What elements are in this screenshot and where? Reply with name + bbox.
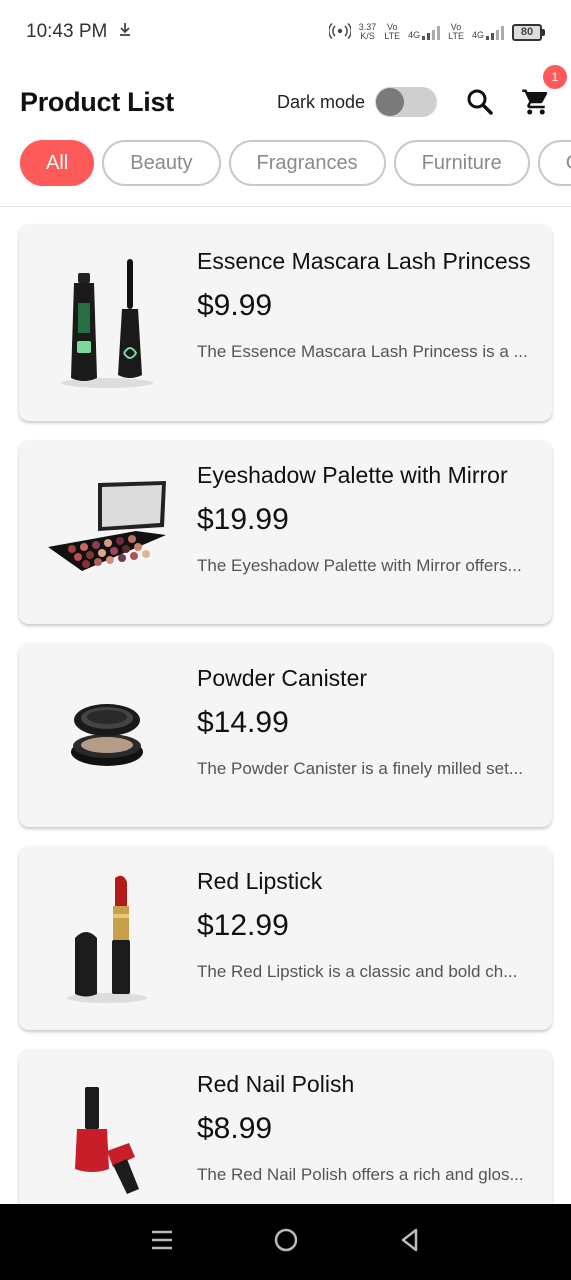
net-speed: 3.37 K/S — [358, 22, 377, 41]
cart-icon — [522, 89, 548, 115]
product-price: $14.99 — [197, 706, 289, 739]
product-image-powder — [19, 643, 194, 827]
product-description: The Red Lipstick is a classic and bold c… — [197, 962, 518, 981]
battery-level: 80 — [512, 23, 542, 41]
product-title: Red Nail Polish — [197, 1071, 355, 1097]
product-description: The Powder Canister is a finely milled s… — [197, 759, 523, 778]
category-chip-groceries[interactable]: G — [537, 140, 571, 186]
sim2-volte: Vo LTE — [448, 22, 464, 41]
product-description: The Eyeshadow Palette with Mirror offers… — [197, 556, 522, 575]
sim1-gen: 4G — [408, 30, 421, 40]
header-divider — [0, 206, 571, 207]
hotspot-icon — [327, 22, 352, 43]
home-circle-icon[interactable] — [273, 1227, 299, 1258]
sim2-gen: 4G — [471, 30, 484, 40]
product-image-mascara — [19, 224, 194, 421]
dark-mode-label: Dark mode — [276, 91, 365, 112]
product-card[interactable]: Eyeshadow Palette with Mirror $19.99 The… — [19, 440, 552, 624]
category-filter-bar: All Beauty Fragrances Furniture G — [0, 140, 571, 192]
search-button[interactable] — [465, 87, 495, 117]
download-icon — [119, 21, 131, 43]
signal-icon — [486, 24, 504, 40]
battery-icon: 80 — [512, 23, 545, 41]
toggle-knob — [376, 88, 404, 116]
product-title: Essence Mascara Lash Princess — [197, 248, 531, 274]
product-title: Powder Canister — [197, 665, 368, 691]
cart-count-badge: 1 — [543, 65, 567, 89]
system-nav-bar — [0, 1204, 571, 1280]
category-chip-beauty[interactable]: Beauty — [102, 140, 221, 186]
product-price: $9.99 — [197, 289, 273, 322]
dark-mode-toggle[interactable] — [375, 87, 437, 117]
back-triangle-icon[interactable] — [398, 1227, 422, 1258]
status-bar: 10:43 PM 3.37 K/S Vo LTE 4G Vo LTE 4G 80 — [0, 0, 571, 64]
product-image-eyeshadow — [19, 440, 194, 624]
app-header: Product List Dark mode 1 — [0, 64, 571, 140]
product-card[interactable]: Red Lipstick $12.99 The Red Lipstick is … — [19, 846, 552, 1030]
product-price: $12.99 — [197, 909, 289, 942]
search-icon — [467, 89, 493, 115]
product-list: Essence Mascara Lash Princess $9.99 The … — [19, 224, 552, 1252]
status-time: 10:43 PM — [26, 21, 108, 42]
category-chip-furniture[interactable]: Furniture — [393, 140, 530, 186]
sim1-volte: Vo LTE — [384, 22, 401, 41]
page-title: Product List — [20, 86, 174, 117]
cart-button[interactable]: 1 — [521, 65, 567, 117]
signal-icon — [422, 24, 441, 40]
product-price: $19.99 — [197, 503, 289, 536]
product-title: Eyeshadow Palette with Mirror — [197, 462, 508, 488]
product-image-lipstick — [19, 846, 194, 1030]
product-card[interactable]: Powder Canister $14.99 The Powder Canist… — [19, 643, 552, 827]
product-price: $8.99 — [197, 1112, 273, 1145]
category-chip-all[interactable]: All — [20, 140, 95, 186]
product-description: The Red Nail Polish offers a rich and gl… — [197, 1165, 524, 1184]
menu-icon[interactable] — [149, 1227, 175, 1258]
category-chip-fragrances[interactable]: Fragrances — [228, 140, 386, 186]
product-card[interactable]: Essence Mascara Lash Princess $9.99 The … — [19, 224, 552, 421]
product-title: Red Lipstick — [197, 868, 323, 894]
product-description: The Essence Mascara Lash Princess is a .… — [197, 342, 528, 361]
